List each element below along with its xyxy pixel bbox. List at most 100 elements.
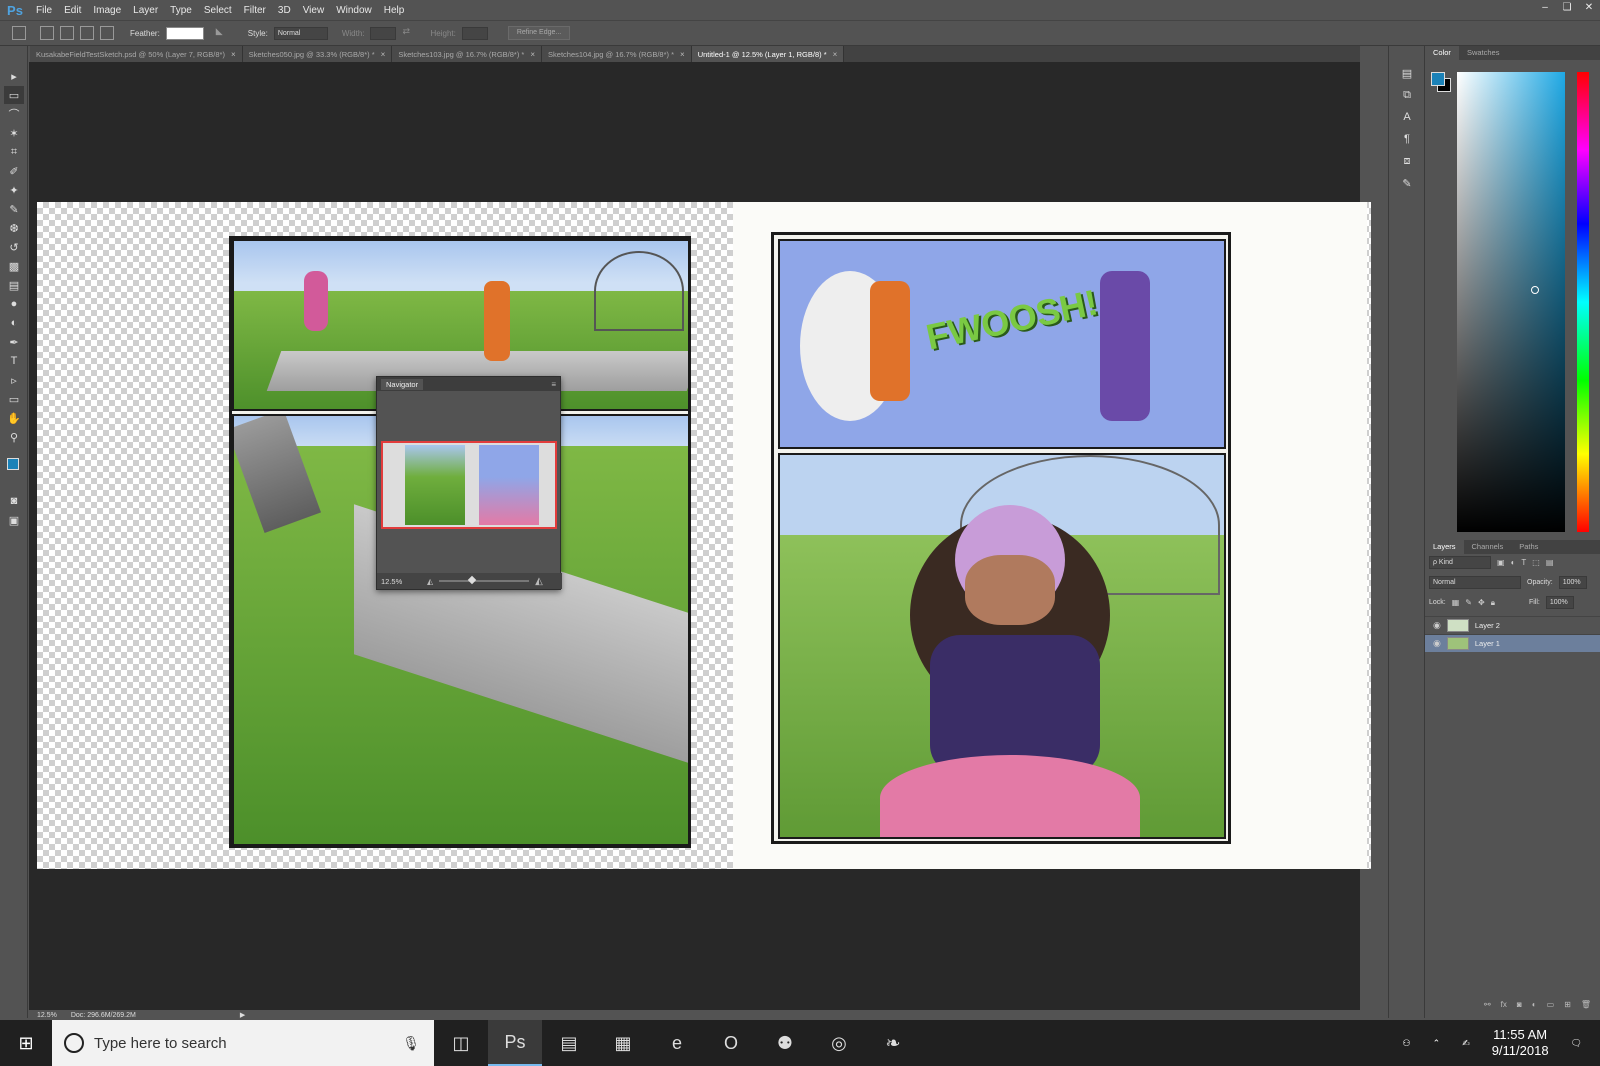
opacity-input[interactable]: 100% bbox=[1558, 576, 1587, 589]
taskbar-app-file-explorer[interactable]: ▤ bbox=[542, 1020, 596, 1066]
close-tab-icon[interactable]: × bbox=[530, 50, 535, 59]
quick-select-tool-icon[interactable]: ✶ bbox=[4, 124, 24, 142]
hand-tool-icon[interactable]: ✋ bbox=[4, 409, 24, 427]
document-canvas[interactable]: FWOOSH! bbox=[37, 202, 1371, 869]
taskbar-app-app-extra[interactable]: ❧ bbox=[866, 1020, 920, 1066]
pen-tool-icon[interactable]: ✒ bbox=[4, 333, 24, 351]
zoom-in-icon[interactable]: ◭ bbox=[535, 576, 543, 587]
shape-tool-icon[interactable]: ▭ bbox=[4, 390, 24, 408]
marquee-preset-icon[interactable] bbox=[12, 26, 26, 40]
menu-file[interactable]: File bbox=[30, 5, 58, 16]
gradient-tool-icon[interactable]: ▤ bbox=[4, 276, 24, 294]
zoom-slider[interactable] bbox=[439, 575, 530, 585]
foreground-color-swatch[interactable] bbox=[7, 458, 19, 470]
layer-row-layer-2[interactable]: ◉ Layer 2 bbox=[1425, 616, 1600, 634]
menu-filter[interactable]: Filter bbox=[238, 5, 272, 16]
layer-name[interactable]: Layer 2 bbox=[1475, 621, 1500, 630]
zoom-tool-icon[interactable]: ⚲ bbox=[4, 428, 24, 446]
close-tab-icon[interactable]: × bbox=[381, 50, 386, 59]
menu-layer[interactable]: Layer bbox=[127, 5, 164, 16]
zoom-out-icon[interactable]: ◭ bbox=[427, 577, 433, 586]
eraser-tool-icon[interactable]: ▩ bbox=[4, 257, 24, 275]
style-select[interactable]: Normal bbox=[273, 26, 328, 40]
new-layer-icon[interactable]: ⊞ bbox=[1564, 1000, 1571, 1009]
layer-style-icon[interactable]: fx bbox=[1501, 1000, 1507, 1009]
dodge-tool-icon[interactable]: ◐ bbox=[4, 314, 24, 332]
tab-sketches103[interactable]: Sketches103.jpg @ 16.7% (RGB/8*) * × bbox=[392, 46, 543, 62]
foreground-color-swatch[interactable] bbox=[1431, 72, 1445, 86]
tab-swatches[interactable]: Swatches bbox=[1459, 46, 1508, 60]
filter-adjustment-icon[interactable]: ◐ bbox=[1511, 558, 1516, 567]
paragraph-panel-icon[interactable]: ¶ bbox=[1396, 130, 1418, 148]
subtract-selection-icon[interactable] bbox=[80, 26, 94, 40]
action-center-icon[interactable]: 🗨︎ bbox=[1571, 1038, 1582, 1049]
blend-mode-select[interactable]: Normal bbox=[1429, 576, 1521, 589]
menu-edit[interactable]: Edit bbox=[58, 5, 87, 16]
crop-tool-icon[interactable]: ⌗ bbox=[4, 143, 24, 161]
restore-button[interactable]: ❏ bbox=[1556, 0, 1578, 14]
taskbar-search[interactable]: Type here to search 🎙︎ bbox=[52, 1020, 434, 1066]
status-zoom[interactable]: 12.5% bbox=[37, 1012, 57, 1019]
menu-select[interactable]: Select bbox=[198, 5, 238, 16]
tab-channels[interactable]: Channels bbox=[1464, 540, 1512, 554]
menu-view[interactable]: View bbox=[297, 5, 331, 16]
lock-all-icon[interactable]: 🔒︎ bbox=[1491, 598, 1495, 608]
pen-workspace-icon[interactable]: ✍ bbox=[1462, 1038, 1470, 1049]
hue-slider[interactable] bbox=[1577, 72, 1589, 532]
menu-help[interactable]: Help bbox=[378, 5, 411, 16]
navigator-zoom-value[interactable]: 12.5% bbox=[381, 577, 421, 586]
taskbar-app-chrome[interactable]: ◎ bbox=[812, 1020, 866, 1066]
marquee-tool-icon[interactable]: ▭ bbox=[4, 86, 24, 104]
close-tab-icon[interactable]: × bbox=[231, 50, 236, 59]
navigator-thumbnail[interactable] bbox=[381, 441, 557, 529]
character-panel-icon[interactable]: A bbox=[1396, 108, 1418, 126]
new-selection-icon[interactable] bbox=[40, 26, 54, 40]
width-input[interactable] bbox=[370, 26, 397, 40]
visibility-eye-icon[interactable]: ◉ bbox=[1433, 638, 1441, 649]
filter-type-icon[interactable]: T bbox=[1521, 558, 1526, 567]
link-layers-icon[interactable]: ⚯ bbox=[1484, 1000, 1491, 1009]
close-tab-icon[interactable]: × bbox=[833, 50, 838, 59]
menu-image[interactable]: Image bbox=[87, 5, 127, 16]
history-panel-icon[interactable]: ▤ bbox=[1396, 64, 1418, 82]
quick-mask-icon[interactable]: ◙ bbox=[4, 492, 24, 510]
menu-window[interactable]: Window bbox=[330, 5, 378, 16]
color-swatches[interactable] bbox=[4, 456, 24, 482]
kind-filter-select[interactable]: ρ Kind bbox=[1429, 556, 1491, 569]
taskbar-app-discord[interactable]: ⚉ bbox=[758, 1020, 812, 1066]
add-selection-icon[interactable] bbox=[60, 26, 74, 40]
blur-tool-icon[interactable]: ● bbox=[4, 295, 24, 313]
filter-smart-object-icon[interactable]: ▤ bbox=[1546, 558, 1554, 567]
menu-type[interactable]: Type bbox=[164, 5, 198, 16]
taskbar-app-task-view[interactable]: ◫ bbox=[434, 1020, 488, 1066]
zoom-slider-handle[interactable] bbox=[467, 575, 477, 585]
new-group-icon[interactable]: ▭ bbox=[1547, 1000, 1555, 1009]
close-tab-icon[interactable]: × bbox=[680, 50, 685, 59]
properties-panel-icon[interactable]: ⧉ bbox=[1396, 86, 1418, 104]
navigator-header[interactable]: Navigator ≡ bbox=[377, 377, 560, 391]
microphone-icon[interactable]: 🎙︎ bbox=[402, 1035, 420, 1052]
tab-paths[interactable]: Paths bbox=[1511, 540, 1546, 554]
lock-pixels-icon[interactable]: ▦ bbox=[1452, 598, 1460, 607]
move-tool-icon[interactable]: ▸ bbox=[4, 67, 24, 85]
type-tool-icon[interactable]: T bbox=[4, 352, 24, 370]
show-hidden-icons-icon[interactable]: ⌃ bbox=[1433, 1038, 1441, 1049]
brush-presets-icon[interactable]: ✎ bbox=[1396, 174, 1418, 192]
visibility-eye-icon[interactable]: ◉ bbox=[1433, 620, 1441, 631]
navigator-panel[interactable]: Navigator ≡ 12.5% ◭ ◭ bbox=[376, 376, 562, 590]
clock[interactable]: 11:55 AM 9/11/2018 bbox=[1492, 1027, 1549, 1059]
clone-source-icon[interactable]: ⧈ bbox=[1396, 152, 1418, 170]
filter-shape-icon[interactable]: ⬚ bbox=[1532, 558, 1540, 567]
close-button[interactable]: ✕ bbox=[1578, 0, 1600, 14]
taskbar-app-photoshop[interactable]: Ps bbox=[488, 1020, 542, 1066]
taskbar-app-opera[interactable]: O bbox=[704, 1020, 758, 1066]
lasso-tool-icon[interactable]: ⌒ bbox=[4, 105, 24, 123]
layer-mask-icon[interactable]: ◙ bbox=[1517, 1000, 1522, 1009]
brush-tool-icon[interactable]: ✎ bbox=[4, 200, 24, 218]
swap-icon[interactable]: ⇄ bbox=[402, 26, 416, 40]
minimize-button[interactable]: – bbox=[1534, 0, 1556, 14]
layer-name[interactable]: Layer 1 bbox=[1475, 639, 1500, 648]
history-brush-tool-icon[interactable]: ↺ bbox=[4, 238, 24, 256]
tab-untitled-1[interactable]: Untitled-1 @ 12.5% (Layer 1, RGB/8) * × bbox=[691, 46, 845, 62]
lock-position-icon[interactable]: ✥ bbox=[1478, 598, 1485, 607]
